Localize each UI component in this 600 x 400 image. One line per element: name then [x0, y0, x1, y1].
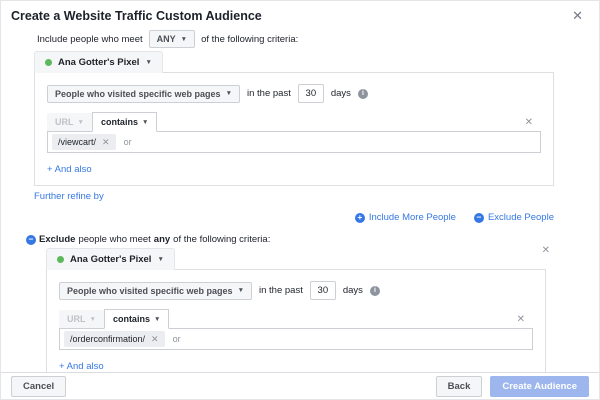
info-icon: i: [358, 89, 368, 99]
chevron-down-icon: ▼: [78, 119, 84, 126]
include-event-dropdown[interactable]: People who visited specific web pages ▼: [47, 85, 240, 103]
remove-tag-icon[interactable]: ✕: [151, 334, 159, 345]
exclude-suffix-label: of the following criteria:: [173, 234, 270, 245]
exclude-bold-label: Exclude: [39, 234, 75, 245]
exclude-header: − Exclude people who meet any of the fol…: [26, 234, 599, 245]
exclude-days-input[interactable]: [310, 281, 336, 300]
include-url-tag-text: /viewcart/: [58, 137, 96, 147]
or-placeholder: or: [173, 334, 181, 344]
chevron-down-icon: ▼: [238, 287, 244, 294]
chevron-down-icon: ▼: [90, 316, 96, 323]
dialog-title: Create a Website Traffic Custom Audience: [11, 9, 262, 23]
or-placeholder: or: [124, 137, 132, 147]
include-rule-box: People who visited specific web pages ▼ …: [34, 72, 554, 186]
close-icon[interactable]: ✕: [566, 9, 589, 22]
exclude-pixel-dropdown[interactable]: Ana Gotter's Pixel ▼: [46, 248, 175, 270]
include-suffix-label: of the following criteria:: [201, 34, 298, 45]
days-label: days: [343, 285, 363, 296]
exclude-url-tag-text: /orderconfirmation/: [70, 334, 145, 344]
exclude-people-label: Exclude People: [488, 212, 554, 223]
in-the-past-label: in the past: [259, 285, 303, 296]
chevron-down-icon: ▼: [226, 90, 232, 97]
cancel-button[interactable]: Cancel: [11, 376, 66, 397]
include-url-value-input[interactable]: /viewcart/ ✕ or: [47, 131, 541, 153]
match-any-value: ANY: [157, 34, 176, 44]
include-more-people-label: Include More People: [369, 212, 456, 223]
remove-exclude-section-icon[interactable]: ✕: [542, 245, 550, 256]
include-operator-dropdown[interactable]: contains ▼: [92, 112, 157, 132]
exclude-operator-value: contains: [113, 314, 150, 324]
chevron-down-icon: ▼: [181, 36, 187, 43]
exclude-event-dropdown[interactable]: People who visited specific web pages ▼: [59, 282, 252, 300]
match-any-dropdown[interactable]: ANY ▼: [149, 30, 195, 48]
include-prefix-label: Include people who meet: [37, 34, 143, 45]
exclude-url-value-input[interactable]: /orderconfirmation/ ✕ or: [59, 328, 533, 350]
exclude-people-link[interactable]: − Exclude People: [474, 212, 554, 223]
minus-circle-icon: −: [26, 235, 36, 245]
chevron-down-icon: ▼: [142, 119, 148, 126]
back-button[interactable]: Back: [436, 376, 483, 397]
include-url-row: URL ▼ contains ▼ ✕: [47, 112, 541, 131]
dialog-header: Create a Website Traffic Custom Audience…: [1, 1, 599, 25]
include-pixel-dropdown[interactable]: Ana Gotter's Pixel ▼: [34, 51, 163, 73]
remove-include-criterion-icon[interactable]: ✕: [525, 117, 533, 128]
include-days-input[interactable]: [298, 84, 324, 103]
pixel-status-dot-icon: [45, 59, 52, 66]
include-pixel-name: Ana Gotter's Pixel: [58, 57, 139, 68]
minus-circle-icon: −: [474, 213, 484, 223]
include-operator-value: contains: [101, 117, 138, 127]
exclude-url-row: URL ▼ contains ▼ ✕: [59, 309, 533, 328]
chevron-down-icon: ▼: [154, 316, 160, 323]
exclude-event-value: People who visited specific web pages: [67, 286, 233, 296]
chevron-down-icon: ▼: [157, 256, 163, 263]
create-custom-audience-dialog: Create a Website Traffic Custom Audience…: [0, 0, 600, 400]
include-event-row: People who visited specific web pages ▼ …: [47, 84, 541, 103]
include-event-value: People who visited specific web pages: [55, 89, 221, 99]
dialog-footer: Cancel Back Create Audience: [1, 372, 599, 399]
in-the-past-label: in the past: [247, 88, 291, 99]
include-url-field-label: URL: [55, 117, 74, 127]
include-url-field-dropdown[interactable]: URL ▼: [47, 113, 92, 131]
chevron-down-icon: ▼: [145, 59, 151, 66]
create-audience-button[interactable]: Create Audience: [490, 376, 589, 397]
days-label: days: [331, 88, 351, 99]
info-icon: i: [370, 286, 380, 296]
exclude-url-field-label: URL: [67, 314, 86, 324]
exclude-rule-box: People who visited specific web pages ▼ …: [46, 269, 546, 383]
exclude-operator-dropdown[interactable]: contains ▼: [104, 309, 169, 329]
exclude-url-tag: /orderconfirmation/ ✕: [64, 331, 165, 347]
include-more-people-link[interactable]: + Include More People: [355, 212, 456, 223]
exclude-any-label: any: [154, 234, 170, 245]
audience-actions-row: + Include More People − Exclude People: [1, 212, 554, 223]
exclude-mid-label: people who meet: [78, 234, 150, 245]
exclude-url-field-dropdown[interactable]: URL ▼: [59, 310, 104, 328]
pixel-status-dot-icon: [57, 256, 64, 263]
include-and-also-link[interactable]: + And also: [47, 164, 92, 175]
exclude-and-also-link[interactable]: + And also: [59, 361, 104, 372]
include-criteria-line: Include people who meet ANY ▼ of the fol…: [37, 30, 599, 48]
remove-exclude-criterion-icon[interactable]: ✕: [517, 314, 525, 325]
exclude-pixel-name: Ana Gotter's Pixel: [70, 254, 151, 265]
include-further-refine-link[interactable]: Further refine by: [34, 191, 104, 202]
remove-tag-icon[interactable]: ✕: [102, 137, 110, 148]
plus-circle-icon: +: [355, 213, 365, 223]
exclude-event-row: People who visited specific web pages ▼ …: [59, 281, 533, 300]
include-url-tag: /viewcart/ ✕: [52, 134, 116, 150]
